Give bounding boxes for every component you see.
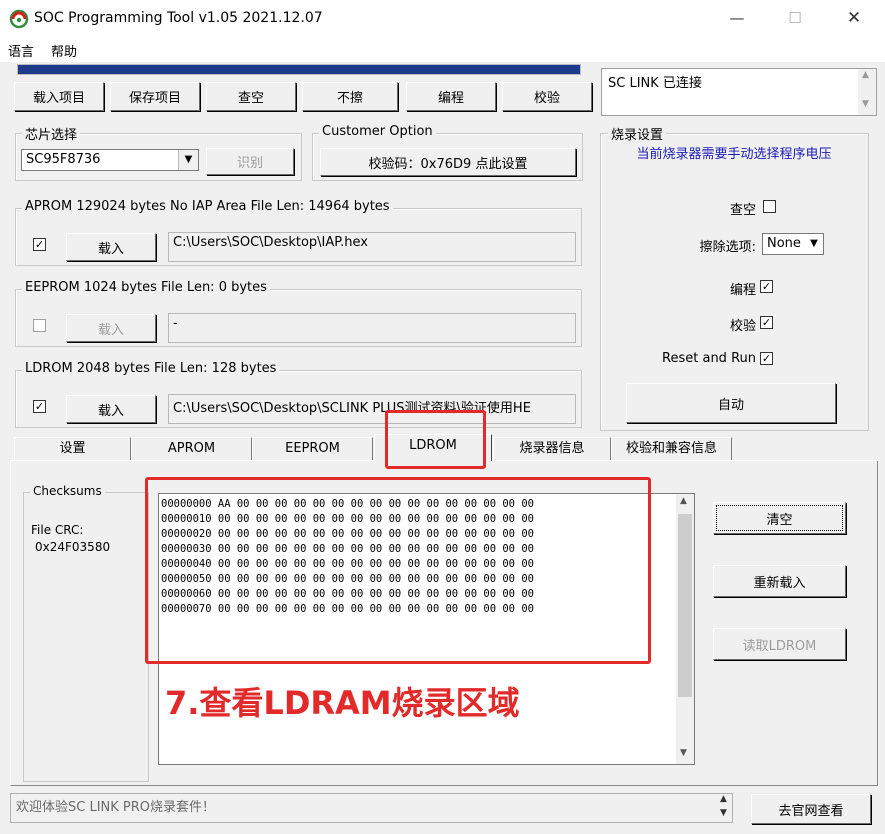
clear-button[interactable]: 清空 bbox=[713, 502, 846, 534]
tab-aprom[interactable]: APROM bbox=[131, 437, 252, 460]
ldrom-load-button[interactable]: 载入 bbox=[66, 395, 156, 423]
menu-language[interactable]: 语言 bbox=[8, 41, 34, 60]
ldrom-checkbox[interactable]: ✓ bbox=[33, 400, 46, 413]
visit-website-button[interactable]: 去官网查看 bbox=[751, 794, 871, 824]
verify-label: 校验 bbox=[729, 319, 756, 334]
erase-option-label: 擦除选项: bbox=[699, 240, 756, 255]
verify-checkbox[interactable]: ✓ bbox=[760, 316, 773, 329]
program-label: 编程 bbox=[729, 283, 756, 298]
aprom-checkbox[interactable]: ✓ bbox=[33, 238, 46, 251]
file-crc-label: File CRC: bbox=[31, 523, 84, 537]
program-checkbox[interactable]: ✓ bbox=[760, 280, 773, 293]
chip-select-value: SC95F8736 bbox=[26, 152, 101, 167]
status-message: 欢迎体验SC LINK PRO烧录套件！ bbox=[16, 800, 216, 815]
status-spinner[interactable]: ▲ ▼ bbox=[716, 794, 733, 822]
scroll-up-icon[interactable]: ▲ bbox=[680, 496, 687, 506]
scrollbar-thumb[interactable] bbox=[678, 514, 692, 697]
menu-help[interactable]: 帮助 bbox=[51, 41, 77, 60]
chip-select-dropdown[interactable]: SC95F8736 ▼ bbox=[21, 149, 199, 171]
erase-option-select[interactable]: None ▼ bbox=[762, 233, 824, 255]
window-title: SOC Programming Tool v1.05 2021.12.07 bbox=[34, 10, 323, 26]
reset-and-run-checkbox[interactable]: ✓ bbox=[760, 352, 773, 365]
customer-option-legend: Customer Option bbox=[319, 124, 436, 139]
chip-select-legend: 芯片选择 bbox=[22, 124, 81, 143]
blank-check-label: 查空 bbox=[729, 203, 756, 218]
title-bar: SOC Programming Tool v1.05 2021.12.07 — … bbox=[0, 0, 885, 38]
auto-button[interactable]: 自动 bbox=[626, 383, 836, 423]
reset-and-run-label: Reset and Run bbox=[662, 351, 756, 366]
scroll-down-icon[interactable]: ▼ bbox=[720, 808, 727, 818]
tab-burner-info[interactable]: 烧录器信息 bbox=[493, 437, 611, 460]
file-crc-value: 0x24F03580 bbox=[35, 540, 111, 554]
load-project-button[interactable]: 载入项目 bbox=[14, 82, 104, 111]
chevron-down-icon[interactable]: ▼ bbox=[806, 235, 822, 253]
tab-compat-info[interactable]: 校验和兼容信息 bbox=[611, 437, 732, 460]
tab-settings[interactable]: 设置 bbox=[14, 437, 131, 460]
link-status-box[interactable]: SC LINK 已连接 ▲ ▼ bbox=[601, 68, 877, 116]
eeprom-path-field[interactable]: - bbox=[168, 313, 576, 343]
ldrom-legend: LDROM 2048 bytes File Len: 128 bytes bbox=[22, 361, 280, 376]
scroll-down-icon[interactable]: ▼ bbox=[680, 748, 687, 758]
scroll-down-icon[interactable]: ▼ bbox=[862, 99, 869, 109]
progress-bar bbox=[17, 64, 581, 75]
menu-bar: 语言 帮助 bbox=[0, 38, 885, 62]
reload-button[interactable]: 重新载入 bbox=[713, 565, 846, 597]
tab-eeprom[interactable]: EEPROM bbox=[252, 437, 373, 460]
aprom-legend: APROM 129024 bytes No IAP Area File Len:… bbox=[22, 199, 393, 214]
scroll-up-icon[interactable]: ▲ bbox=[720, 794, 727, 804]
chevron-down-icon[interactable]: ▼ bbox=[178, 150, 198, 170]
program-button[interactable]: 编程 bbox=[406, 82, 496, 111]
annotation-box-ldrom-tab bbox=[385, 410, 486, 469]
eeprom-legend: EEPROM 1024 bytes File Len: 0 bytes bbox=[22, 280, 270, 295]
close-button[interactable]: ✕ bbox=[825, 0, 883, 38]
status-message-box[interactable]: 欢迎体验SC LINK PRO烧录套件！ ▲ ▼ bbox=[10, 793, 733, 823]
aprom-path-text: C:\Users\SOC\Desktop\IAP.hex bbox=[173, 235, 368, 250]
checksums-legend: Checksums bbox=[30, 484, 105, 498]
link-status-scrollbar[interactable]: ▲ ▼ bbox=[858, 69, 876, 115]
minimize-button[interactable]: — bbox=[708, 0, 766, 38]
checksum-settings-button[interactable]: 校验码：0x76D9 点此设置 bbox=[320, 148, 576, 176]
maximize-button[interactable]: ☐ bbox=[766, 0, 824, 38]
blank-check-button[interactable]: 查空 bbox=[206, 82, 296, 111]
hex-view-scrollbar[interactable]: ▲ ▼ bbox=[676, 494, 694, 764]
identify-button[interactable]: 识别 bbox=[206, 148, 294, 175]
aprom-load-button[interactable]: 载入 bbox=[66, 233, 156, 261]
save-project-button[interactable]: 保存项目 bbox=[110, 82, 200, 111]
voltage-notice: 当前烧录器需要手动选择程序电压 bbox=[636, 147, 832, 162]
verify-button[interactable]: 校验 bbox=[502, 82, 592, 111]
burn-settings-legend: 烧录设置 bbox=[608, 124, 667, 143]
annotation-box-hex-view bbox=[145, 477, 651, 664]
app-logo-icon bbox=[9, 9, 29, 29]
annotation-text: 7.查看LDRAM烧录区域 bbox=[165, 684, 520, 722]
progress-bar-fill bbox=[18, 65, 580, 74]
no-erase-button[interactable]: 不擦 bbox=[302, 82, 398, 111]
read-ldrom-button[interactable]: 读取LDROM bbox=[713, 628, 846, 660]
link-status-text: SC LINK 已连接 bbox=[608, 76, 702, 91]
blank-check-checkbox[interactable] bbox=[763, 200, 776, 213]
erase-option-value: None bbox=[767, 236, 801, 251]
eeprom-path-text: - bbox=[173, 316, 178, 331]
aprom-path-field[interactable]: C:\Users\SOC\Desktop\IAP.hex bbox=[168, 232, 576, 262]
scroll-up-icon[interactable]: ▲ bbox=[862, 70, 869, 80]
ldrom-path-field[interactable]: C:\Users\SOC\Desktop\SCLINK PLUS测试资料\验证使… bbox=[168, 394, 576, 424]
eeprom-load-button[interactable]: 载入 bbox=[66, 314, 156, 342]
eeprom-checkbox[interactable] bbox=[33, 319, 46, 332]
